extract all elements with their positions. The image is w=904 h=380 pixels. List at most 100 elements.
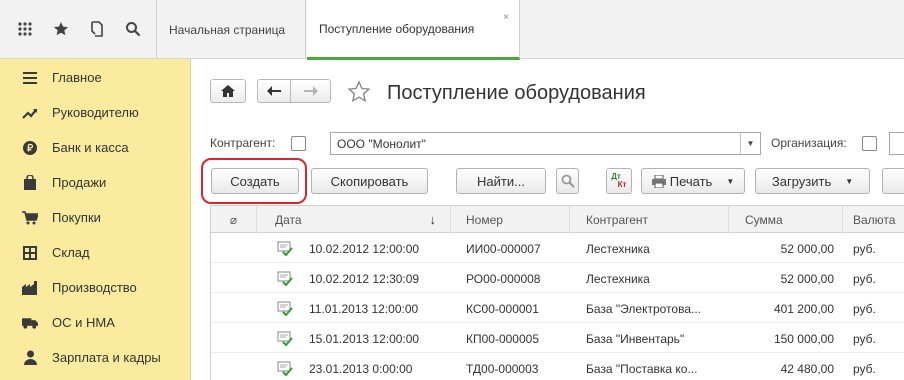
paperclip-icon: ⌀	[229, 212, 238, 227]
column-header-counterparty[interactable]: Контрагент	[570, 206, 729, 233]
posted-document-icon	[277, 241, 293, 257]
arrow-right-icon	[303, 86, 318, 96]
cancel-search-button[interactable]	[556, 168, 579, 194]
cell-number: КП00-000005	[466, 331, 540, 346]
arrow-left-icon	[267, 86, 281, 96]
find-button[interactable]: Найти...	[456, 168, 546, 194]
cell-sum: 150 000,00	[773, 331, 834, 346]
tab-home[interactable]: Начальная страница	[157, 0, 306, 59]
top-bar: Начальная страница Поступление оборудова…	[0, 0, 904, 60]
truck-icon	[22, 315, 38, 331]
cell-sum: 42 480,00	[780, 361, 834, 376]
person-icon	[22, 350, 38, 366]
create-button-highlight	[201, 158, 307, 204]
sidebar-item-bank[interactable]: Банк и касса	[0, 130, 191, 165]
cell-number: КС00-000001	[466, 301, 539, 316]
shopping-cart-icon	[22, 210, 38, 226]
sidebar-item-label: Руководителю	[52, 105, 139, 120]
shopping-bag-icon	[22, 175, 38, 191]
sidebar-item-warehouse[interactable]: Склад	[0, 235, 191, 270]
page-title: Поступление оборудования	[387, 82, 646, 104]
cell-currency: руб.	[853, 361, 876, 376]
favorite-star-icon[interactable]	[347, 80, 371, 104]
chevron-down-icon: ▼	[845, 176, 854, 186]
posted-document-icon	[277, 301, 293, 317]
copy-button[interactable]: Скопировать	[311, 168, 428, 194]
organization-filter-checkbox[interactable]	[862, 136, 877, 151]
cell-sum: 52 000,00	[780, 241, 834, 256]
cell-number: ТД00-000003	[466, 361, 539, 376]
cell-counterparty: База "Поставка ко...	[586, 361, 698, 376]
sort-arrow-icon: ↓	[429, 212, 437, 227]
more-button[interactable]	[882, 168, 904, 194]
sidebar-item-manager[interactable]: Руководителю	[0, 95, 191, 130]
warehouse-icon	[22, 245, 38, 261]
table-row[interactable]: 10.02.2012 12:30:09 РО00-000008 Лестехника…	[211, 264, 904, 293]
table-row[interactable]: 15.01.2013 12:00:00 КП00-000005 База "Инве…	[211, 324, 904, 353]
trend-up-icon	[22, 105, 38, 121]
dropdown-arrow-icon[interactable]: ▼	[740, 133, 760, 154]
table-row[interactable]: 23.01.2013 0:00:00 ТД00-000003 База "Поста…	[211, 354, 904, 380]
counterparty-filter-checkbox[interactable]	[291, 136, 306, 151]
cell-number: РО00-000008	[466, 271, 541, 286]
load-button-label: Загрузить	[771, 173, 832, 189]
dt-kt-button[interactable]: Дт Кт	[606, 168, 632, 194]
cell-sum: 401 200,00	[773, 301, 834, 316]
sidebar-item-production[interactable]: Производство	[0, 270, 191, 305]
posted-document-icon	[277, 331, 293, 347]
posted-document-icon	[277, 361, 293, 377]
column-header-currency[interactable]: Валюта	[843, 206, 904, 233]
back-button[interactable]	[257, 79, 291, 103]
sidebar-item-label: Банк и касса	[52, 140, 129, 155]
table-row[interactable]: 10.02.2012 12:00:00 ИИ00-000007 Лестехника…	[211, 234, 904, 263]
sidebar-item-label: Производство	[52, 280, 137, 295]
printer-icon	[651, 174, 666, 188]
sidebar-item-fixed-assets[interactable]: ОС и НМА	[0, 305, 191, 340]
search-icon[interactable]	[122, 17, 144, 41]
history-icon[interactable]	[86, 17, 108, 41]
counterparty-field[interactable]: ООО "Монолит" ▼	[330, 132, 761, 155]
forward-button[interactable]	[290, 79, 331, 103]
cell-date: 10.02.2012 12:00:00	[309, 241, 420, 256]
sidebar-item-label: Зарплата и кадры	[52, 350, 161, 365]
column-header-number[interactable]: Номер	[451, 206, 570, 233]
column-header-label: Сумма	[745, 212, 783, 227]
column-header-date[interactable]: Дата ↓	[257, 206, 451, 233]
organization-filter-label: Организация:	[771, 136, 847, 150]
cell-currency: руб.	[853, 331, 876, 346]
cell-currency: руб.	[853, 301, 876, 316]
sidebar-item-label: Продажи	[52, 175, 107, 190]
menu-lines-icon	[22, 70, 38, 86]
cell-currency: руб.	[853, 241, 876, 256]
cancel-search-icon	[561, 174, 575, 188]
sidebar-item-purchases[interactable]: Покупки	[0, 200, 191, 235]
factory-icon	[22, 280, 38, 296]
print-button[interactable]: Печать ▼	[641, 168, 745, 194]
home-button[interactable]	[210, 79, 246, 103]
sidebar-item-main[interactable]: Главное	[0, 60, 191, 95]
tab-equipment-receipt[interactable]: Поступление оборудования ×	[307, 0, 520, 60]
column-header-sum[interactable]: Сумма	[729, 206, 843, 233]
cell-date: 11.01.2013 12:00:00	[309, 301, 419, 316]
cell-counterparty: Лестехника	[586, 271, 650, 286]
column-header-label: Валюта	[853, 212, 896, 227]
cell-date: 15.01.2013 12:00:00	[309, 331, 420, 346]
print-button-label: Печать	[669, 173, 713, 189]
sidebar-item-sales[interactable]: Продажи	[0, 165, 191, 200]
apps-grid-icon[interactable]	[14, 17, 36, 41]
table-row[interactable]: 11.01.2013 12:00:00 КС00-000001 База "Элек…	[211, 294, 904, 323]
cell-counterparty: Лестехника	[586, 241, 650, 256]
close-tab-icon[interactable]: ×	[503, 12, 509, 23]
attachment-column-header[interactable]: ⌀	[211, 206, 257, 233]
cell-date: 23.01.2013 0:00:00	[309, 361, 413, 376]
load-button[interactable]: Загрузить ▼	[755, 168, 870, 194]
kt-label: Кт	[617, 180, 627, 189]
cell-currency: руб.	[853, 271, 876, 286]
organization-field[interactable]	[889, 132, 904, 155]
sidebar-item-payroll[interactable]: Зарплата и кадры	[0, 340, 191, 375]
star-favorites-icon[interactable]	[50, 17, 72, 41]
chevron-down-icon: ▼	[726, 176, 735, 186]
counterparty-field-value: ООО "Монолит"	[337, 137, 426, 151]
home-icon	[221, 85, 235, 97]
cell-number: ИИ00-000007	[466, 241, 541, 256]
